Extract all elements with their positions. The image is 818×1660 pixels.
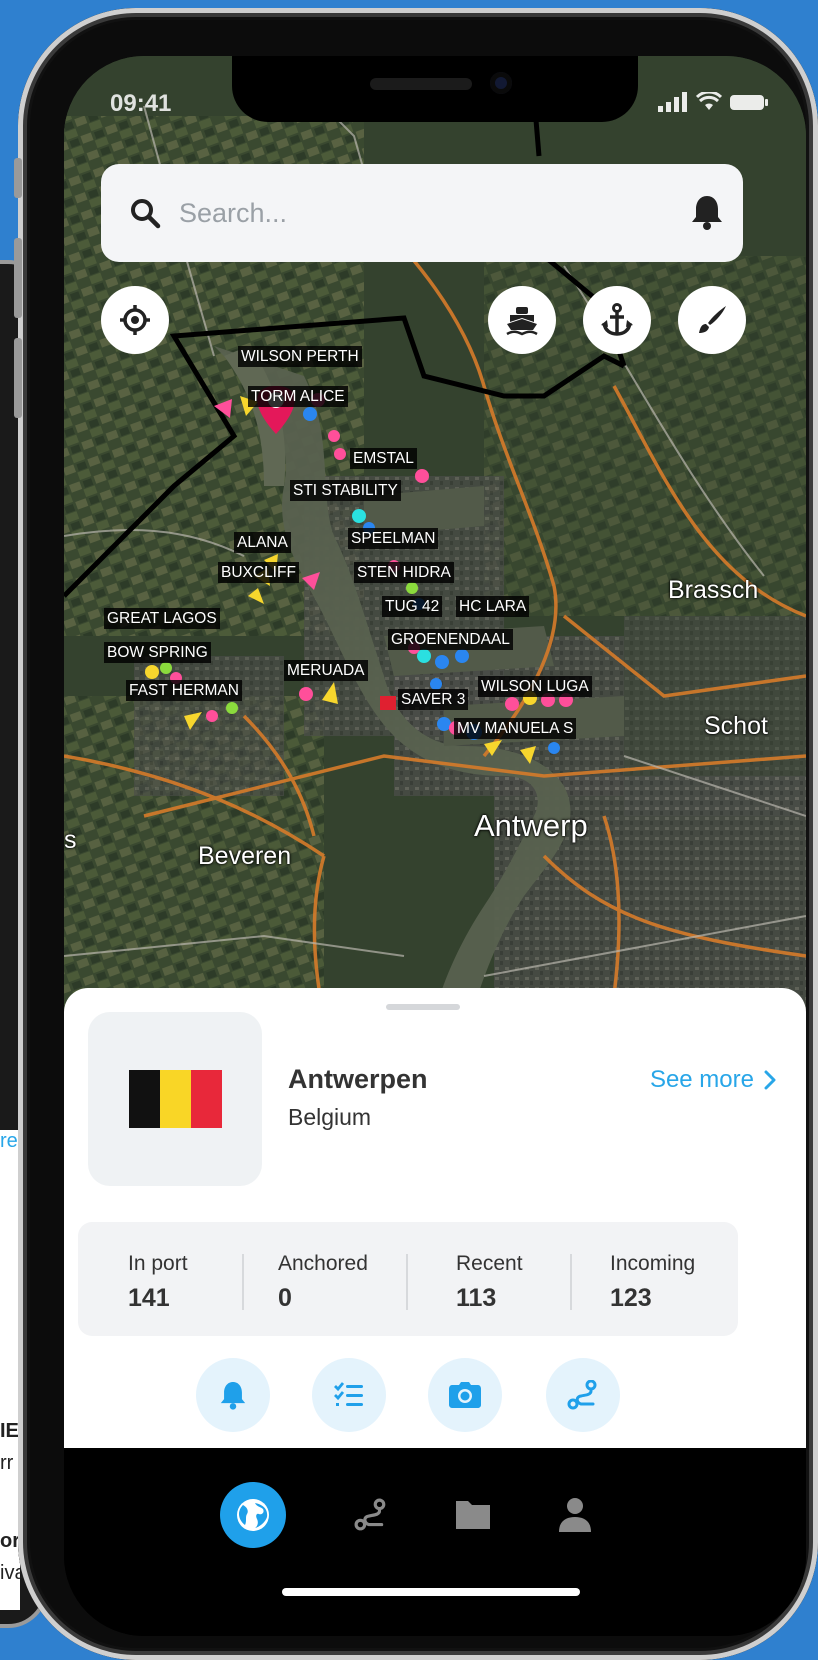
vessel-label[interactable]: TUG 42 (382, 596, 443, 617)
vessel-label[interactable]: BUXCLIFF (218, 562, 299, 583)
stat-divider (570, 1254, 572, 1310)
stat-divider (406, 1254, 408, 1310)
flag-stripe-red (191, 1070, 222, 1128)
volume-up-button (14, 238, 22, 318)
flag-stripe-yellow (160, 1070, 191, 1128)
vessel-label[interactable]: STI STABILITY (290, 480, 401, 501)
vessel-label[interactable]: WILSON LUGA (478, 676, 592, 697)
notch (232, 56, 638, 122)
brush-icon (699, 306, 726, 333)
stat-recent[interactable]: Recent 113 (456, 1252, 523, 1313)
see-more-label: See more (649, 1066, 754, 1093)
search-icon (131, 199, 161, 229)
vessel-label[interactable]: GREAT LAGOS (104, 608, 220, 629)
vessel-label[interactable]: SAVER 3 (398, 689, 469, 710)
see-more-link[interactable]: See more (650, 1066, 776, 1094)
camera-action-button[interactable] (428, 1358, 502, 1432)
crosshair-icon (120, 305, 150, 335)
locate-me-button[interactable] (101, 286, 169, 354)
camera-icon (449, 1382, 481, 1408)
person-icon (559, 1498, 591, 1532)
status-time: 09:41 (110, 90, 172, 117)
battery-icon (730, 95, 768, 110)
sheet-grabber[interactable] (386, 1004, 460, 1010)
flag-card (88, 1012, 262, 1186)
port-country: Belgium (288, 1104, 372, 1130)
search-input[interactable] (177, 192, 661, 234)
vessel-label[interactable]: MV MANUELA S (454, 718, 577, 739)
port-stats: In port 141 Anchored 0 Recent 113 Incomi… (78, 1222, 738, 1336)
tab-map[interactable] (220, 1482, 286, 1548)
stat-in-port[interactable]: In port 141 (128, 1252, 188, 1313)
port-bottom-sheet[interactable]: Antwerpen Belgium See more In port 141 A… (64, 988, 806, 1448)
vessels-layer-button[interactable] (488, 286, 556, 354)
vessel-label[interactable]: TORM ALICE (248, 386, 348, 407)
vessel-label[interactable]: HC LARA (456, 596, 530, 617)
tab-files[interactable] (440, 1482, 506, 1548)
front-camera (490, 72, 512, 94)
globe-icon (237, 1499, 269, 1531)
phone-screen: Brassch Schot Antwerp Beveren s WILSON P… (64, 56, 806, 1636)
wifi-icon (696, 92, 722, 110)
checklist-action-button[interactable] (312, 1358, 386, 1432)
vessel-label[interactable]: FAST HERMAN (126, 680, 242, 701)
chevron-right-icon (764, 1070, 776, 1090)
anchor-icon (601, 303, 633, 336)
tab-bar (64, 1448, 806, 1636)
ship-icon (506, 307, 538, 336)
stat-incoming[interactable]: Incoming 123 (610, 1252, 695, 1313)
vessel-label[interactable]: SPEELMAN (348, 528, 439, 549)
mute-switch (14, 158, 22, 198)
signal-icon (658, 92, 687, 112)
anchorage-layer-button[interactable] (583, 286, 651, 354)
background-text: IE (0, 1420, 19, 1442)
notifications-bell-icon[interactable] (691, 194, 723, 230)
stat-value: 113 (456, 1284, 497, 1312)
stat-label: In port (128, 1252, 188, 1275)
port-name: Antwerpen (288, 1064, 428, 1094)
vessel-label[interactable]: EMSTAL (350, 448, 417, 469)
stat-divider (242, 1254, 244, 1310)
background-text: rr (0, 1452, 14, 1474)
background-text: or (0, 1530, 20, 1552)
speaker (370, 78, 472, 90)
vessel-label[interactable]: WILSON PERTH (238, 346, 362, 367)
route-action-button[interactable] (546, 1358, 620, 1432)
stat-label: Anchored (278, 1252, 368, 1275)
stat-value: 0 (278, 1284, 292, 1312)
home-indicator[interactable] (282, 1588, 580, 1596)
draw-tool-button[interactable] (678, 286, 746, 354)
alert-action-button[interactable] (196, 1358, 270, 1432)
vessel-label[interactable]: ALANA (234, 532, 291, 553)
vessel-label[interactable]: BOW SPRING (104, 642, 211, 663)
map-place-label: s (64, 826, 77, 854)
tab-profile[interactable] (542, 1482, 608, 1548)
map-place-label: Brassch (668, 576, 759, 604)
belgium-flag-icon (129, 1070, 222, 1128)
stat-value: 123 (610, 1284, 652, 1312)
folder-icon (456, 1501, 490, 1529)
checklist-icon (334, 1382, 363, 1406)
map-place-label: Schot (704, 712, 768, 740)
bell-icon (220, 1382, 246, 1410)
stat-label: Incoming (610, 1252, 696, 1275)
tab-routes[interactable] (338, 1482, 404, 1548)
route-icon (567, 1380, 597, 1410)
background-text: re (0, 1130, 18, 1152)
route-icon (354, 1498, 386, 1531)
status-icons (658, 92, 770, 112)
vessel-label[interactable]: MERUADA (284, 660, 368, 681)
phone-frame: Brassch Schot Antwerp Beveren s WILSON P… (14, 8, 818, 1660)
search-bar[interactable] (101, 164, 743, 262)
vessel-label[interactable]: GROENENDAAL (388, 629, 513, 650)
map-place-label: Antwerp (474, 808, 588, 843)
vessel-label[interactable]: STEN HIDRA (354, 562, 454, 583)
stat-value: 141 (128, 1284, 170, 1312)
stat-label: Recent (456, 1252, 523, 1275)
stat-anchored[interactable]: Anchored 0 (278, 1252, 368, 1313)
flag-stripe-black (129, 1070, 160, 1128)
map-place-label: Beveren (198, 842, 292, 870)
volume-down-button (14, 338, 22, 418)
